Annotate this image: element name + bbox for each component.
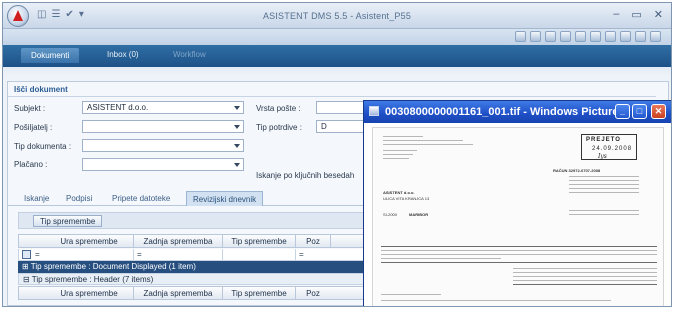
title-bar: ◫ ☰ ✔ ▾ ASISTENT DMS 5.5 - Asistent_P55 … bbox=[3, 3, 671, 29]
group-row[interactable]: ⊞ Tip spremembe : Document Displayed (1 … bbox=[18, 261, 368, 273]
recipient-name: ASISTENT d.o.o. bbox=[383, 190, 415, 195]
tab-inbox[interactable]: Inbox (0) bbox=[107, 50, 139, 59]
grid-subheader: Ura spremembe Zadnja sprememba Tip sprem… bbox=[18, 286, 368, 300]
viewer-title-bar: 0030800000001161_001.tif - Windows Pictu… bbox=[364, 101, 671, 123]
placano-select[interactable] bbox=[82, 158, 244, 171]
column-divider bbox=[330, 235, 331, 247]
vrsta-poste-select[interactable] bbox=[316, 101, 366, 114]
column-divider bbox=[133, 249, 134, 260]
ribbon-refresh-icon[interactable] bbox=[605, 31, 616, 42]
chevron-down-icon bbox=[234, 106, 240, 110]
viewer-title: 0030800000001161_001.tif - Windows Pictu… bbox=[385, 106, 628, 118]
subjekt-label: Subjekt : bbox=[14, 104, 46, 113]
posiljatelj-label: Pošiljatelj : bbox=[14, 123, 53, 132]
stamp-signature: Iys bbox=[598, 153, 607, 160]
tab-dokumenti[interactable]: Dokumenti bbox=[21, 48, 80, 63]
tip-potrditve-select[interactable]: D bbox=[316, 120, 366, 133]
tab-podpisi[interactable]: Podpisi bbox=[66, 194, 92, 203]
invoice-title: RAČUN 32972-0707-2008 bbox=[553, 168, 601, 173]
group-row-label: Tip spremembe : Document Displayed (1 it… bbox=[30, 262, 196, 271]
received-stamp: PREJETO 24.09.2008 Iys bbox=[581, 134, 637, 160]
stamp-title: PREJETO bbox=[586, 137, 621, 143]
column-tip-spremembe[interactable]: Tip spremembe bbox=[223, 289, 295, 298]
picture-viewer-window: 0030800000001161_001.tif - Windows Pictu… bbox=[363, 100, 671, 306]
vrsta-poste-label: Vrsta pošte : bbox=[256, 104, 301, 113]
group-row[interactable]: ⊟ Tip spremembe : Header (7 items) bbox=[18, 273, 368, 285]
column-zadnja-sprememba[interactable]: Zadnja sprememba bbox=[134, 289, 222, 298]
ribbon-print-icon[interactable] bbox=[545, 31, 556, 42]
chevron-down-icon bbox=[234, 125, 240, 129]
tip-potrditve-label: Tip potrdive : bbox=[256, 123, 302, 132]
column-divider bbox=[222, 249, 223, 260]
panel-title: Išči dokument bbox=[14, 85, 68, 94]
recipient-zip: SI-2000 bbox=[383, 212, 398, 217]
chevron-down-icon bbox=[234, 163, 240, 167]
image-file-icon bbox=[369, 106, 379, 116]
ribbon-settings-icon[interactable] bbox=[620, 31, 631, 42]
ribbon-open-icon[interactable] bbox=[530, 31, 541, 42]
panel-title-divider bbox=[8, 96, 656, 97]
tab-band-divider bbox=[3, 67, 671, 77]
column-divider bbox=[295, 249, 296, 260]
keyword-search-label: Iskanje po ključnih besedah bbox=[256, 171, 355, 180]
main-tab-bar: Dokumenti Inbox (0) Workflow bbox=[3, 45, 671, 67]
grid-header: Ura spremembe Zadnja sprememba Tip sprem… bbox=[18, 234, 368, 248]
column-tip-spremembe[interactable]: Tip spremembe bbox=[223, 237, 295, 246]
ribbon-scan-icon[interactable] bbox=[560, 31, 571, 42]
grid-filter-row: = = = bbox=[18, 249, 368, 261]
tab-iskanje[interactable]: Iskanje bbox=[24, 194, 49, 203]
group-row-label: Tip spremembe : Header (7 items) bbox=[31, 275, 154, 284]
tab-revizijski-dnevnik[interactable]: Revizijski dnevnik bbox=[186, 191, 264, 206]
maximize-button[interactable]: ▭ bbox=[631, 8, 641, 21]
tab-workflow[interactable]: Workflow bbox=[173, 50, 206, 59]
column-ura-spremembe[interactable]: Ura spremembe bbox=[45, 289, 133, 298]
tip-dokumenta-label: Tip dokumenta : bbox=[14, 142, 72, 151]
ribbon-mail-icon[interactable] bbox=[575, 31, 586, 42]
placano-label: Plačano : bbox=[14, 160, 48, 169]
ribbon-info-icon[interactable] bbox=[635, 31, 646, 42]
ribbon-new-icon[interactable] bbox=[515, 31, 526, 42]
ribbon-icon-group bbox=[515, 31, 661, 42]
group-by-chip[interactable]: Tip spremembe bbox=[33, 215, 103, 227]
app-window: ◫ ☰ ✔ ▾ ASISTENT DMS 5.5 - Asistent_P55 … bbox=[2, 2, 672, 307]
filter-zadnja-sprememba[interactable]: = bbox=[137, 250, 142, 259]
stamp-date: 24.09.2008 bbox=[592, 146, 633, 152]
chevron-down-icon bbox=[234, 144, 240, 148]
close-button[interactable]: ✕ bbox=[654, 8, 663, 21]
subjekt-value: ASISTENT d.o.o. bbox=[87, 103, 149, 112]
tip-potrditve-value: D bbox=[321, 122, 327, 131]
viewer-maximize-button[interactable]: □ bbox=[632, 104, 647, 119]
subjekt-select[interactable]: ASISTENT d.o.o. bbox=[82, 101, 244, 114]
tab-pripete-datoteke[interactable]: Pripete datoteke bbox=[112, 194, 170, 203]
window-title: ASISTENT DMS 5.5 - Asistent_P55 bbox=[262, 11, 412, 21]
viewer-minimize-button[interactable]: _ bbox=[615, 104, 630, 119]
tip-dokumenta-select[interactable] bbox=[82, 139, 244, 152]
detail-tab-bar: Iskanje Podpisi Pripete datoteke Revizij… bbox=[8, 191, 368, 206]
column-zadnja-sprememba[interactable]: Zadnja sprememba bbox=[134, 237, 222, 246]
ribbon-toolbar bbox=[3, 29, 671, 45]
ribbon-view-icon[interactable] bbox=[590, 31, 601, 42]
recipient-street: ULICA VITA KRANJCA 13 bbox=[383, 196, 430, 201]
viewer-close-button[interactable]: ✕ bbox=[651, 104, 666, 119]
column-poz[interactable]: Poz bbox=[296, 237, 330, 246]
ribbon-help-icon[interactable] bbox=[650, 31, 661, 42]
column-ura-spremembe[interactable]: Ura spremembe bbox=[45, 237, 133, 246]
window-controls: – ▭ ✕ bbox=[613, 8, 663, 21]
filter-poz[interactable]: = bbox=[299, 250, 304, 259]
scanned-invoice-image: PREJETO 24.09.2008 Iys ASISTENT d.o.o. U… bbox=[372, 127, 664, 306]
filter-ura-spremembe[interactable]: = bbox=[35, 250, 40, 259]
filter-editor-icon[interactable] bbox=[22, 250, 31, 259]
expand-icon[interactable]: ⊞ bbox=[22, 262, 29, 271]
minimize-button[interactable]: – bbox=[613, 8, 619, 21]
column-poz[interactable]: Poz bbox=[296, 289, 330, 298]
group-by-panel: Tip spremembe bbox=[18, 212, 368, 229]
collapse-icon[interactable]: ⊟ bbox=[23, 275, 30, 284]
recipient-city: MARIBOR bbox=[409, 212, 429, 217]
posiljatelj-select[interactable] bbox=[82, 120, 244, 133]
